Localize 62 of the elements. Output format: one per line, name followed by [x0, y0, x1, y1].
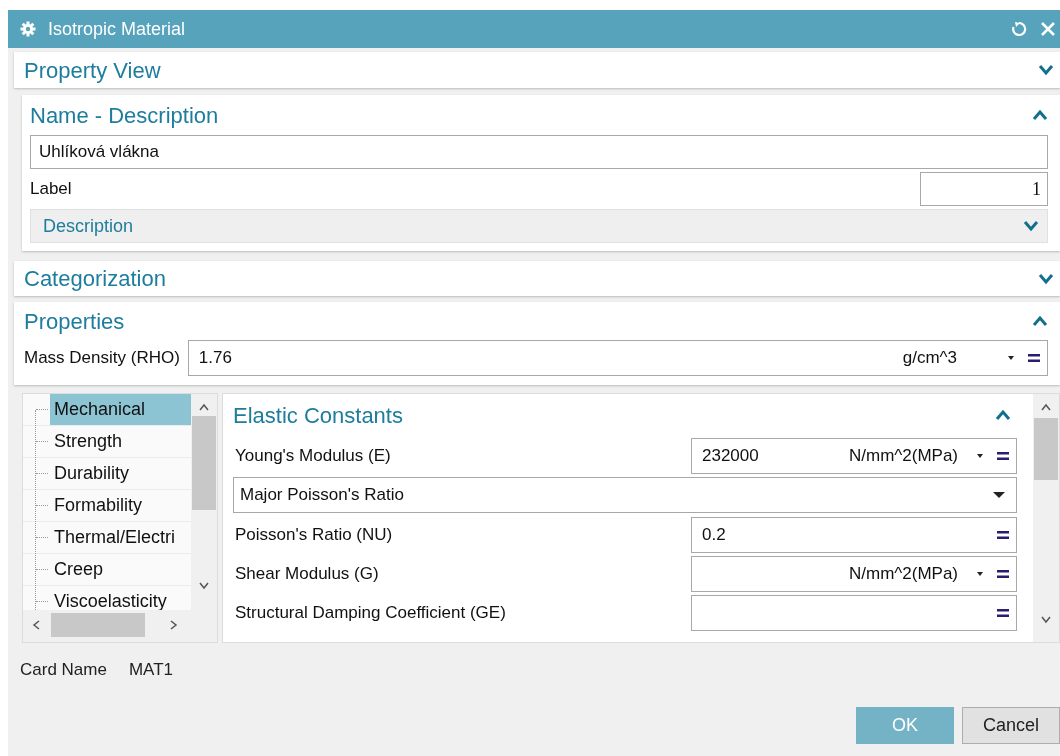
collapse-chevron-icon[interactable] — [1032, 109, 1048, 121]
formula-icon[interactable] — [996, 449, 1010, 462]
gear-icon — [20, 21, 36, 37]
dropdown-value: Major Poisson's Ratio — [240, 484, 405, 507]
value-field[interactable]: N/mm^2(MPa) — [691, 555, 1017, 592]
field-label: Young's Modulus (E) — [234, 444, 392, 467]
dropdown-caret-icon[interactable] — [976, 452, 984, 459]
scrollbar-thumb[interactable] — [192, 416, 216, 510]
card-name-value: MAT1 — [128, 659, 173, 681]
vertical-scrollbar[interactable] — [1033, 394, 1059, 642]
unit-label[interactable]: g/cm^3 — [902, 345, 957, 371]
close-icon[interactable] — [1040, 21, 1056, 37]
field-label: Card Name — [20, 659, 107, 681]
vertical-scrollbar[interactable] — [191, 394, 217, 610]
dropdown-caret-icon[interactable] — [1007, 355, 1015, 361]
expand-chevron-icon[interactable] — [1023, 220, 1039, 232]
dropdown-caret-icon[interactable] — [992, 491, 1006, 499]
formula-icon[interactable] — [996, 528, 1010, 541]
section-header[interactable]: Property View — [24, 53, 161, 87]
collapse-chevron-icon[interactable] — [995, 409, 1011, 421]
scroll-right-icon[interactable] — [169, 619, 179, 631]
scroll-up-icon[interactable] — [1040, 402, 1052, 412]
unit-label[interactable]: N/mm^2(MPa) — [848, 442, 958, 469]
formula-icon[interactable] — [996, 606, 1010, 619]
mass-density-field[interactable]: 1.76 g/cm^3 — [187, 340, 1048, 376]
reset-icon[interactable] — [1010, 20, 1028, 38]
scrollbar-thumb[interactable] — [51, 613, 145, 637]
field-label: Shear Modulus (G) — [234, 562, 380, 585]
field-label: Poisson's Ratio (NU) — [234, 523, 394, 546]
field-label: Label — [30, 178, 72, 201]
name-field[interactable]: Uhlíková vlákna — [30, 135, 1048, 169]
expand-chevron-icon[interactable] — [1038, 272, 1054, 285]
section-header[interactable]: Elastic Constants — [233, 398, 403, 432]
scrollbar-thumb[interactable] — [1034, 418, 1058, 480]
poisson-dropdown[interactable]: Major Poisson's Ratio — [233, 477, 1017, 513]
tree-item[interactable]: Mechanical — [50, 394, 191, 425]
field-label: Mass Density (RHO) — [24, 347, 180, 370]
value-field[interactable]: 0.2 — [691, 516, 1017, 553]
scroll-left-icon[interactable] — [31, 619, 41, 631]
section-header[interactable]: Properties — [24, 304, 125, 338]
section-header[interactable]: Description — [43, 212, 134, 240]
formula-icon[interactable] — [996, 567, 1010, 580]
section-header[interactable]: Categorization — [24, 262, 166, 295]
value-field[interactable] — [691, 594, 1017, 631]
section-header[interactable]: Name - Description — [30, 98, 219, 132]
window-title: Isotropic Material — [48, 17, 187, 41]
scroll-up-icon[interactable] — [198, 402, 210, 412]
field-label: Structural Damping Coefficient (GE) — [234, 601, 507, 624]
unit-label[interactable]: N/mm^2(MPa) — [848, 560, 958, 587]
description-panel[interactable]: Description — [30, 209, 1048, 243]
field-value: 1.76 — [198, 347, 233, 370]
scroll-down-icon[interactable] — [1040, 614, 1052, 624]
cancel-button[interactable]: Cancel — [962, 706, 1060, 744]
formula-icon[interactable] — [1027, 352, 1041, 364]
collapse-chevron-icon[interactable] — [1032, 315, 1048, 327]
label-field[interactable]: 1 — [920, 172, 1048, 206]
scroll-down-icon[interactable] — [198, 580, 210, 590]
expand-chevron-icon[interactable] — [1038, 64, 1054, 76]
value-field[interactable]: 232000 N/mm^2(MPa) — [691, 437, 1017, 474]
field-value: 232000 — [702, 444, 760, 467]
dropdown-caret-icon[interactable] — [976, 570, 984, 577]
field-value: 0.2 — [702, 523, 727, 546]
